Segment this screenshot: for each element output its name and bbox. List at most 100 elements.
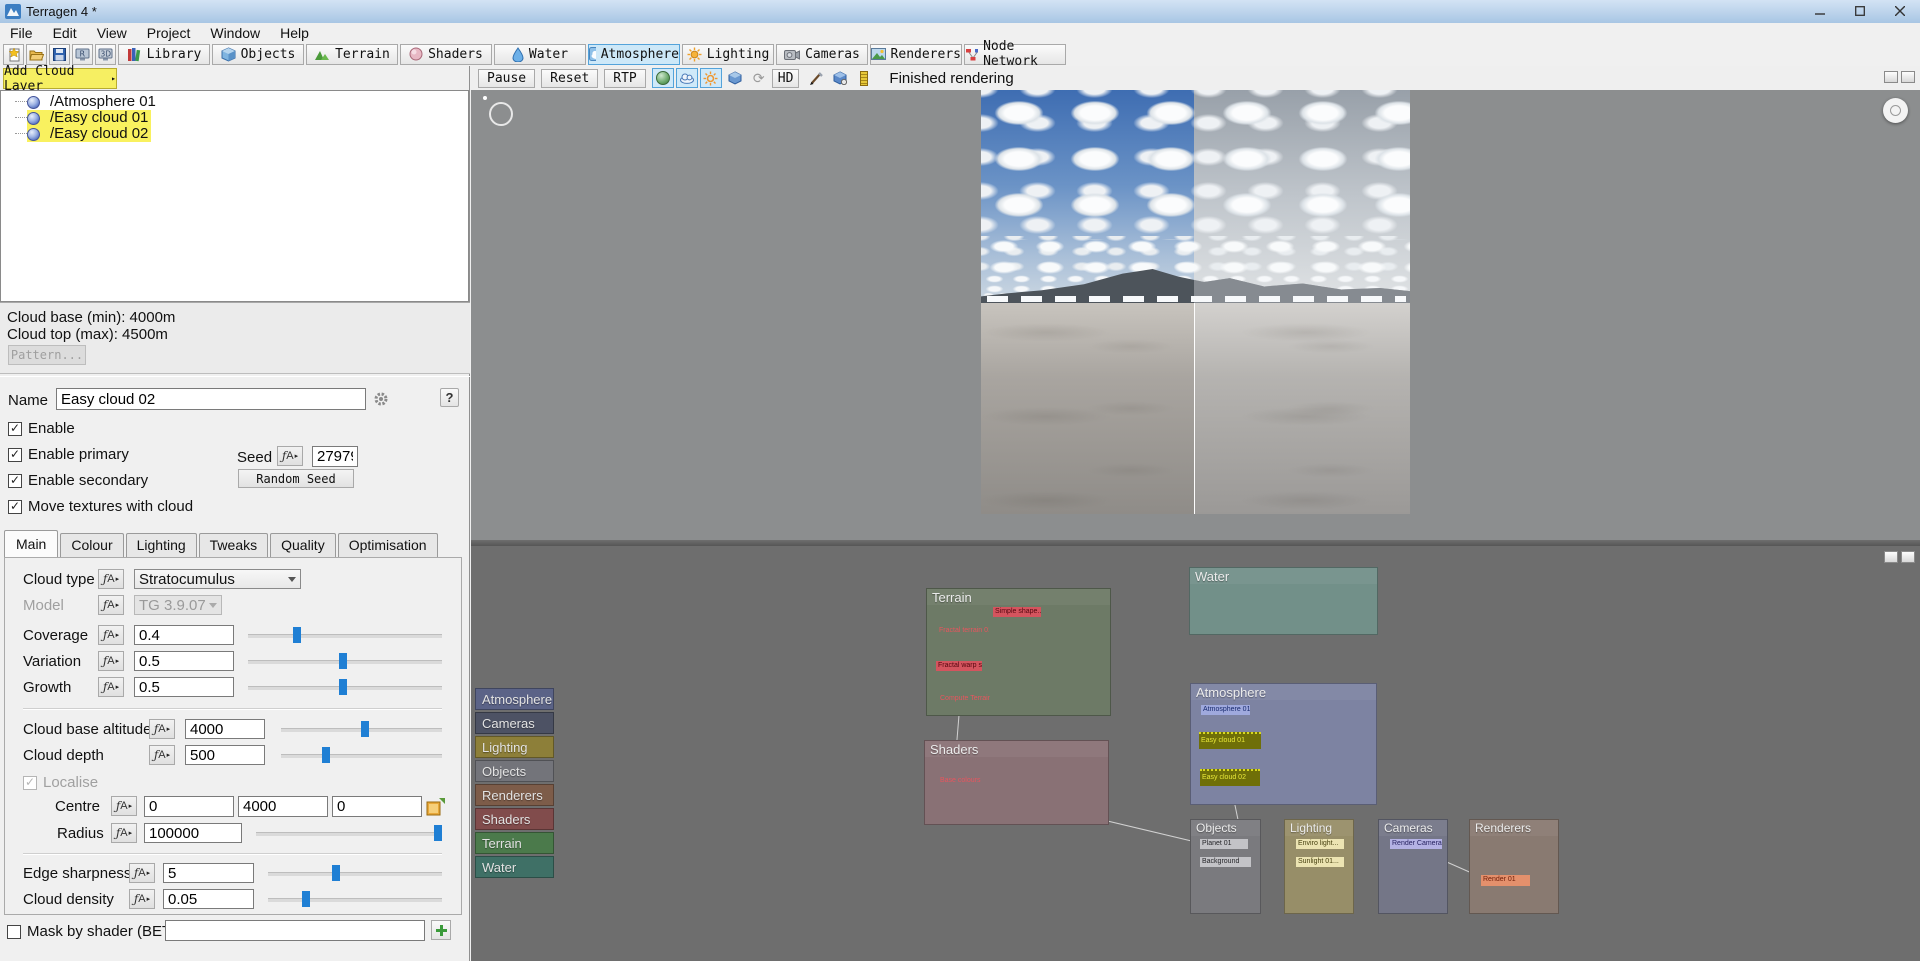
node-enviro-light[interactable]: Enviro light... [1296,839,1344,849]
centre-z-input[interactable] [332,796,422,817]
seed-input[interactable] [312,446,358,467]
centre-function-button[interactable]: ƒA▸ [111,796,137,816]
tab-main[interactable]: Main [4,530,58,557]
cloud-type-select[interactable]: Stratocumulus [134,569,301,589]
tab-lighting[interactable]: Lighting [126,533,197,557]
coverage-slider[interactable] [248,627,442,643]
variation-function-button[interactable]: ƒA▸ [98,651,124,671]
pane-maximize-icon[interactable] [1901,71,1915,83]
layout-button-cameras[interactable]: Cameras [776,44,868,65]
layout-button-lighting[interactable]: Lighting [682,44,774,65]
model-select[interactable]: TG 3.9.07 [134,595,222,615]
edge-sharpness-function-button[interactable]: ƒA▸ [129,863,155,883]
coordinate-picker-button[interactable] [426,797,446,821]
random-seed-button[interactable]: Random Seed [238,469,354,488]
list-item-easy-cloud-01[interactable]: /Easy cloud 01 [1,110,468,126]
move-textures-checkbox-row[interactable]: Move textures with cloud [8,498,193,515]
cloud-depth-slider[interactable] [281,747,442,763]
node-easy-cloud-02[interactable]: Easy cloud 02 [1200,769,1260,786]
cloud-base-altitude-input[interactable] [185,719,265,739]
tab-colour[interactable]: Colour [60,533,123,557]
measure-button[interactable] [853,68,875,88]
cloud-base-altitude-slider[interactable] [281,721,442,737]
preview-sphere-toggle[interactable] [652,68,674,88]
name-input[interactable] [56,388,366,410]
node-planet-01[interactable]: Planet 01 [1200,839,1248,849]
menu-help[interactable]: Help [270,24,319,42]
growth-input[interactable] [134,677,234,697]
new-project-button[interactable] [3,44,24,65]
add-shader-button[interactable] [431,920,451,940]
node-background[interactable]: Background [1200,857,1251,867]
menu-edit[interactable]: Edit [43,24,87,42]
model-function-button[interactable]: ƒA▸ [98,595,124,615]
group-renderers[interactable]: Renderers [1469,819,1559,914]
preview-objects-button[interactable] [829,68,851,88]
layout-button-node-network[interactable]: Node Network [964,44,1066,65]
pane-undock-icon[interactable] [1884,551,1898,563]
open-project-button[interactable] [26,44,47,65]
enable-secondary-checkbox[interactable] [8,474,22,488]
menu-window[interactable]: Window [200,24,270,42]
layout-button-library[interactable]: Library [118,44,210,65]
enable-primary-checkbox-row[interactable]: Enable primary [8,446,129,463]
mask-by-shader-row[interactable]: Mask by shader (BETA) [7,923,185,940]
layout-button-terrain[interactable]: Terrain [306,44,398,65]
cloud-depth-input[interactable] [185,745,265,765]
cloud-base-altitude-function-button[interactable]: ƒA▸ [149,719,175,739]
edge-sharpness-slider[interactable] [268,865,442,881]
node-sunlight-01[interactable]: Sunlight 01... [1296,857,1344,867]
help-button[interactable]: ? [440,388,459,407]
cloud-density-slider[interactable] [268,891,442,907]
group-water[interactable]: Water [1189,567,1378,635]
node-network-pane[interactable]: Atmosphere Cameras Lighting Objects Rend… [471,546,1920,961]
growth-function-button[interactable]: ƒA▸ [98,677,124,697]
gear-icon[interactable] [372,390,390,408]
menu-project[interactable]: Project [137,24,201,42]
radius-input[interactable] [144,823,242,843]
layout-button-renderers[interactable]: Renderers [870,44,962,65]
enable-primary-checkbox[interactable] [8,448,22,462]
mask-by-shader-input[interactable] [165,920,425,941]
layout-button-objects[interactable]: Objects [212,44,304,65]
growth-slider[interactable] [248,679,442,695]
radius-function-button[interactable]: ƒA▸ [111,823,137,843]
enable-secondary-checkbox-row[interactable]: Enable secondary [8,472,148,489]
close-button[interactable] [1880,0,1920,22]
category-water[interactable]: Water [475,856,554,878]
enable-checkbox-row[interactable]: Enable [8,420,75,437]
minimize-button[interactable] [1800,0,1840,22]
variation-input[interactable] [134,651,234,671]
category-lighting[interactable]: Lighting [475,736,554,758]
radius-slider[interactable] [256,825,442,841]
compare-divider-line[interactable] [1194,303,1195,514]
preview-refresh-toggle[interactable]: ⟳ [748,68,770,88]
list-item-atmosphere-01[interactable]: /Atmosphere 01 [1,94,468,110]
pane-undock-icon[interactable] [1884,71,1898,83]
node-fractal-warp[interactable]: Fractal warp s... [936,661,982,671]
add-cloud-layer-button[interactable]: Add Cloud Layer ▸ [3,68,117,89]
tab-optimisation[interactable]: Optimisation [338,533,438,557]
menu-file[interactable]: File [0,24,43,42]
category-shaders[interactable]: Shaders [475,808,554,830]
category-cameras[interactable]: Cameras [475,712,554,734]
coverage-function-button[interactable]: ƒA▸ [98,625,124,645]
compass-widget[interactable] [1883,98,1908,123]
preview-lighting-toggle[interactable] [700,68,722,88]
pattern-button[interactable]: Pattern... [8,345,86,365]
localise-checkbox-row[interactable]: Localise [23,774,98,791]
node-compute-terrain[interactable]: Compute Terrain [938,694,990,704]
cloud-density-input[interactable] [163,889,254,909]
node-fractal-terrain-01[interactable]: Fractal terrain 01 [937,626,989,636]
3d-preview-button[interactable]: 3D [95,44,116,65]
save-project-button[interactable] [49,44,70,65]
category-objects[interactable]: Objects [475,760,554,782]
seed-function-button[interactable]: ƒA▸ [277,446,303,466]
list-item-easy-cloud-02[interactable]: /Easy cloud 02 [1,126,468,142]
centre-x-input[interactable] [144,796,234,817]
layout-button-water[interactable]: Water [494,44,586,65]
centre-y-input[interactable] [238,796,328,817]
tab-tweaks[interactable]: Tweaks [199,533,268,557]
layout-button-shaders[interactable]: Shaders [400,44,492,65]
move-textures-checkbox[interactable] [8,500,22,514]
